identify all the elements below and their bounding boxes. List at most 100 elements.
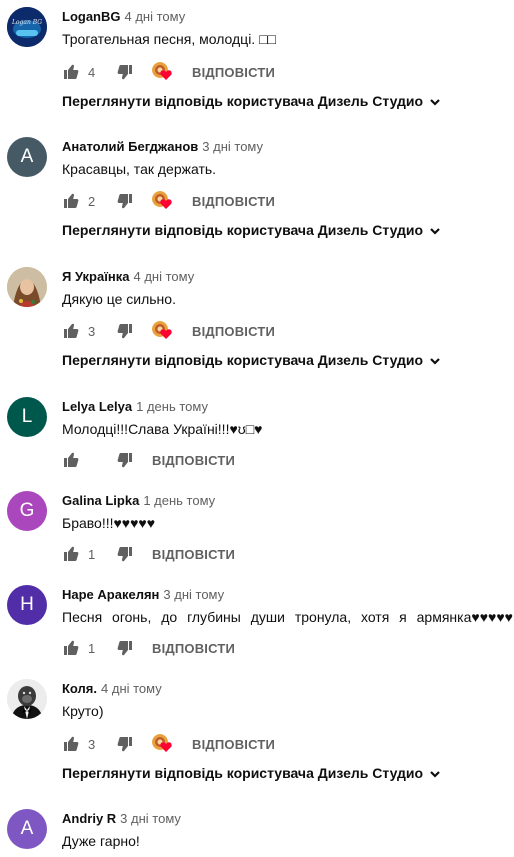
reply-button[interactable]: ВІДПОВІСТИ [192, 65, 275, 80]
comment-time[interactable]: 4 дні тому [101, 681, 162, 696]
thumb-down-icon [117, 324, 132, 339]
comment-actions: ВІДПОВІСТИ [62, 450, 235, 470]
avatar[interactable]: H [7, 585, 47, 625]
gorilla-tuxedo-avatar-icon [7, 679, 47, 719]
comment-header: Galina Lipka 1 день тому [62, 493, 215, 509]
dislike-button[interactable] [116, 451, 134, 469]
reply-button[interactable]: ВІДПОВІСТИ [192, 737, 275, 752]
creator-heart [152, 62, 174, 82]
like-button[interactable] [62, 545, 80, 563]
avatar-letter: А [20, 146, 34, 167]
comment-header: Коля. 4 дні тому [62, 681, 162, 697]
comment-author[interactable]: Я Українка [62, 269, 129, 284]
avatar-logo-text-1: Logan BG [11, 19, 42, 26]
view-replies-label: Переглянути відповідь користувача Дизель… [62, 765, 424, 781]
thumb-up-icon [64, 323, 79, 338]
thumb-down-icon [117, 641, 132, 656]
comment-header: Анатолий Бегджанов 3 дні тому [62, 139, 263, 155]
thumb-up-icon [64, 546, 79, 561]
comment-text: Круто) [62, 703, 104, 719]
avatar-letter: H [20, 594, 34, 615]
view-replies-button[interactable]: Переглянути відповідь користувача Дизель… [62, 352, 441, 368]
view-replies-button[interactable]: Переглянути відповідь користувача Дизель… [62, 765, 441, 781]
comment-actions: 3 ВІДПОВІСТИ [62, 321, 275, 341]
like-button[interactable] [62, 192, 80, 210]
red-heart-icon [160, 742, 172, 752]
comment-author[interactable]: Lelya Lelya [62, 399, 132, 414]
dislike-button[interactable] [116, 322, 134, 340]
comment-actions: 4 ВІДПОВІСТИ [62, 62, 275, 82]
chevron-down-icon [429, 224, 441, 236]
comment-time[interactable]: 3 дні тому [202, 139, 263, 154]
avatar[interactable]: А [7, 137, 47, 177]
comment-time[interactable]: 1 день тому [136, 399, 208, 414]
like-count: 1 [88, 640, 96, 656]
comment-actions: 1 ВІДПОВІСТИ [62, 638, 235, 658]
avatar[interactable]: G [7, 491, 47, 531]
comment-author[interactable]: Анатолий Бегджанов [62, 139, 198, 154]
dislike-button[interactable] [116, 735, 134, 753]
thumb-down-icon [117, 547, 132, 562]
comment-text: Дуже гарно! [62, 833, 140, 849]
like-count: 3 [88, 736, 96, 752]
like-button[interactable] [62, 639, 80, 657]
reply-button[interactable]: ВІДПОВІСТИ [152, 641, 235, 656]
comment-text: Браво!!!♥♥♥♥♥ [62, 515, 156, 531]
dislike-button[interactable] [116, 545, 134, 563]
comment-header: Наре Аракелян 3 дні тому [62, 587, 224, 603]
comment-time[interactable]: 3 дні тому [120, 811, 181, 826]
comment-header: Я Українка 4 дні тому [62, 269, 194, 285]
loganbg-logo-avatar-icon: Logan BG [7, 7, 47, 47]
dislike-button[interactable] [116, 192, 134, 210]
reply-button[interactable]: ВІДПОВІСТИ [192, 194, 275, 209]
comment-time[interactable]: 4 дні тому [125, 9, 186, 24]
thumb-down-icon [117, 737, 132, 752]
avatar-letter: A [20, 818, 34, 839]
comment-time[interactable]: 4 дні тому [133, 269, 194, 284]
comment-time[interactable]: 3 дні тому [163, 587, 224, 602]
comment-header: LoganBG 4 дні тому [62, 9, 185, 25]
like-button[interactable] [62, 63, 80, 81]
comment-author[interactable]: Коля. [62, 681, 97, 696]
comment-actions: 1 ВІДПОВІСТИ [62, 544, 235, 564]
comment-time[interactable]: 1 день тому [143, 493, 215, 508]
avatar[interactable]: Logan BG [7, 7, 47, 47]
avatar[interactable]: L [7, 397, 47, 437]
comment-author[interactable]: Наре Аракелян [62, 587, 159, 602]
comment-author[interactable]: Galina Lipka [62, 493, 139, 508]
thumb-down-icon [117, 453, 132, 468]
chevron-down-icon [429, 95, 441, 107]
reply-button[interactable]: ВІДПОВІСТИ [152, 547, 235, 562]
thumb-up-icon [64, 640, 79, 655]
comment-text: Песня огонь, до глубины души тронула, хо… [62, 609, 513, 625]
like-button[interactable] [62, 451, 80, 469]
red-heart-icon [160, 70, 172, 80]
comment-author[interactable]: LoganBG [62, 9, 121, 24]
thumb-up-icon [64, 64, 79, 79]
thumb-up-icon [64, 193, 79, 208]
dislike-button[interactable] [116, 63, 134, 81]
view-replies-button[interactable]: Переглянути відповідь користувача Дизель… [62, 222, 441, 238]
avatar-letter: L [21, 406, 33, 427]
avatar[interactable] [7, 267, 47, 307]
view-replies-button[interactable]: Переглянути відповідь користувача Дизель… [62, 93, 441, 109]
red-heart-icon [160, 199, 172, 209]
comment-header: Lelya Lelya 1 день тому [62, 399, 208, 415]
comment-actions: 3 ВІДПОВІСТИ [62, 734, 275, 754]
woman-photo-avatar-icon [7, 267, 47, 307]
like-button[interactable] [62, 735, 80, 753]
view-replies-label: Переглянути відповідь користувача Дизель… [62, 352, 424, 368]
avatar[interactable] [7, 679, 47, 719]
chevron-down-icon [429, 767, 441, 779]
thumb-up-icon [64, 736, 79, 751]
avatar[interactable]: A [7, 809, 47, 849]
reply-button[interactable]: ВІДПОВІСТИ [192, 324, 275, 339]
like-count: 3 [88, 323, 96, 339]
dislike-button[interactable] [116, 639, 134, 657]
comment-text: Дякую це сильно. [62, 291, 176, 307]
like-button[interactable] [62, 322, 80, 340]
comment-author[interactable]: Andriy R [62, 811, 116, 826]
reply-button[interactable]: ВІДПОВІСТИ [152, 453, 235, 468]
thumb-down-icon [117, 194, 132, 209]
chevron-down-icon [429, 354, 441, 366]
